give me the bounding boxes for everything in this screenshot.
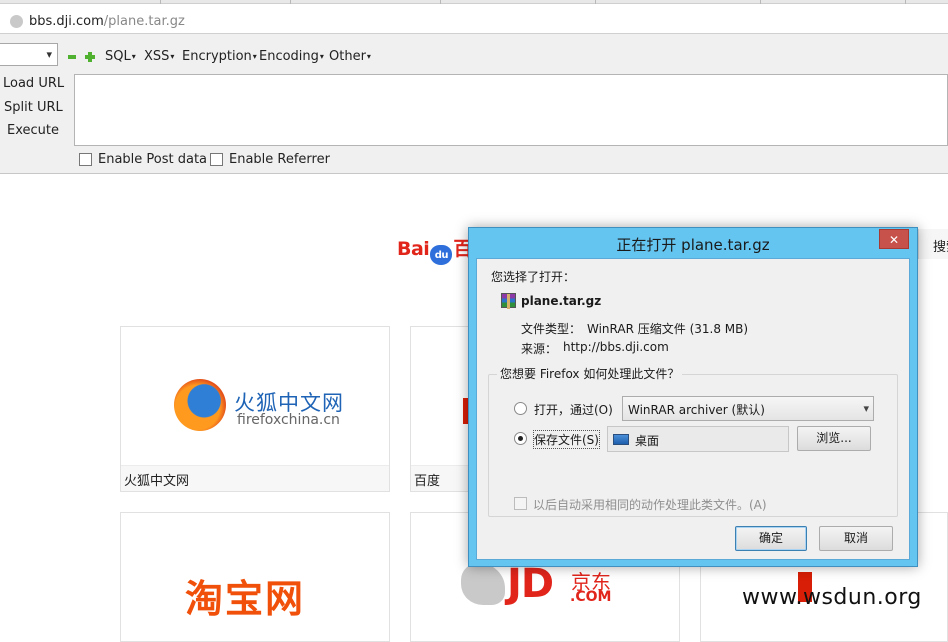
menu-other-label: Other <box>329 49 366 64</box>
dialog-body: 您选择了打开： plane.tar.gz 文件类型： WinRAR 压缩文件 (… <box>476 258 910 560</box>
ok-button[interactable]: 确定 <box>735 526 807 551</box>
source-value: http://bbs.dji.com <box>563 340 669 354</box>
url-textarea[interactable] <box>74 74 948 146</box>
chevron-down-icon: ▾ <box>863 402 869 415</box>
url-host: bbs.dji.com <box>29 14 104 29</box>
menu-xss[interactable]: XSS▾ <box>144 49 174 64</box>
hackbar-toolbar: ▾ SQL▾ XSS▾ Encryption▾ Encoding▾ Other▾… <box>0 34 948 174</box>
decrease-icon[interactable] <box>68 55 76 59</box>
tile-logo-subtitle: firefoxchina.cn <box>237 412 340 428</box>
remember-label: 以后自动采用相同的动作处理此类文件。(A) <box>533 498 767 512</box>
open-with-label[interactable]: 打开，通过(O) <box>534 401 613 418</box>
remember-checkbox[interactable] <box>514 497 527 510</box>
tile-taobao[interactable]: 淘宝网 <box>120 512 390 642</box>
url-text[interactable]: bbs.dji.com/plane.tar.gz <box>29 14 185 29</box>
radio-selected-dot <box>518 436 523 441</box>
tile-firefoxchina[interactable]: 火狐中文网 firefoxchina.cn 火狐中文网 <box>120 326 390 492</box>
menu-sql-label: SQL <box>105 49 131 64</box>
enable-post-label: Enable Post data <box>98 152 208 167</box>
cancel-button[interactable]: 取消 <box>819 526 893 551</box>
enable-referrer-label: Enable Referrer <box>229 152 330 167</box>
tile-label: 火狐中文网 <box>121 465 389 491</box>
caret-down-icon: ▾ <box>252 52 257 61</box>
baidu-logo[interactable]: Bai du 百 <box>397 234 472 265</box>
save-file-label[interactable]: 保存文件(S) <box>533 430 600 449</box>
hackbar-select[interactable]: ▾ <box>0 43 58 66</box>
menu-encoding-label: Encoding <box>259 49 319 64</box>
caret-down-icon: ▾ <box>170 52 175 61</box>
dialog-title: 正在打开 plane.tar.gz <box>616 236 770 254</box>
open-with-radio[interactable] <box>514 402 527 415</box>
menu-encryption[interactable]: Encryption▾ <box>182 49 257 64</box>
menu-encryption-label: Encryption <box>182 49 252 64</box>
open-with-app-select[interactable]: WinRAR archiver (默认) ▾ <box>622 396 874 421</box>
url-path: /plane.tar.gz <box>103 14 185 29</box>
jd-mascot-icon <box>461 563 505 605</box>
jd-logo-com: .COM <box>570 589 612 605</box>
file-type-label: 文件类型： <box>521 322 582 336</box>
chevron-down-icon: ▾ <box>46 48 52 61</box>
save-file-radio[interactable] <box>514 432 527 445</box>
globe-icon <box>10 15 23 28</box>
baidu-paw-icon: du <box>430 245 453 265</box>
open-with-app-value: WinRAR archiver (默认) <box>628 403 765 417</box>
caret-down-icon: ▾ <box>366 52 371 61</box>
split-url-button[interactable]: Split URL <box>4 100 63 115</box>
execute-button[interactable]: Execute <box>7 123 59 138</box>
file-type-value: WinRAR 压缩文件 (31.8 MB) <box>587 322 749 336</box>
menu-other[interactable]: Other▾ <box>329 49 371 64</box>
file-name: plane.tar.gz <box>521 294 602 308</box>
save-folder-value: 桌面 <box>635 434 660 448</box>
enable-referrer-checkbox[interactable] <box>210 153 223 166</box>
taobao-logo: 淘宝网 <box>185 577 306 621</box>
load-url-button[interactable]: Load URL <box>3 76 64 91</box>
search-button[interactable]: 搜索 <box>918 229 948 259</box>
firefox-logo-icon <box>174 379 226 431</box>
jd-logo: JD <box>507 561 554 607</box>
menu-encoding[interactable]: Encoding▾ <box>259 49 324 64</box>
enable-post-checkbox[interactable] <box>79 153 92 166</box>
browse-button[interactable]: 浏览... <box>797 426 871 451</box>
download-dialog: 正在打开 plane.tar.gz ✕ 您选择了打开： plane.tar.gz… <box>468 227 918 567</box>
watermark: www.wsdun.org <box>742 585 922 610</box>
caret-down-icon: ▾ <box>131 52 136 61</box>
desktop-folder-icon <box>613 434 629 445</box>
source-label: 来源： <box>521 342 558 356</box>
caret-down-icon: ▾ <box>319 52 324 61</box>
menu-xss-label: XSS <box>144 49 170 64</box>
action-question: 您想要 Firefox 如何处理此文件？ <box>497 365 683 382</box>
menu-sql[interactable]: SQL▾ <box>105 49 136 64</box>
archive-band <box>507 294 510 309</box>
winrar-archive-icon <box>501 293 516 309</box>
save-folder-field: 桌面 <box>607 426 789 452</box>
close-icon[interactable]: ✕ <box>879 229 909 249</box>
address-bar[interactable]: bbs.dji.com/plane.tar.gz <box>0 4 948 34</box>
increase-icon-bar <box>85 55 95 59</box>
chosen-label: 您选择了打开： <box>491 270 576 284</box>
